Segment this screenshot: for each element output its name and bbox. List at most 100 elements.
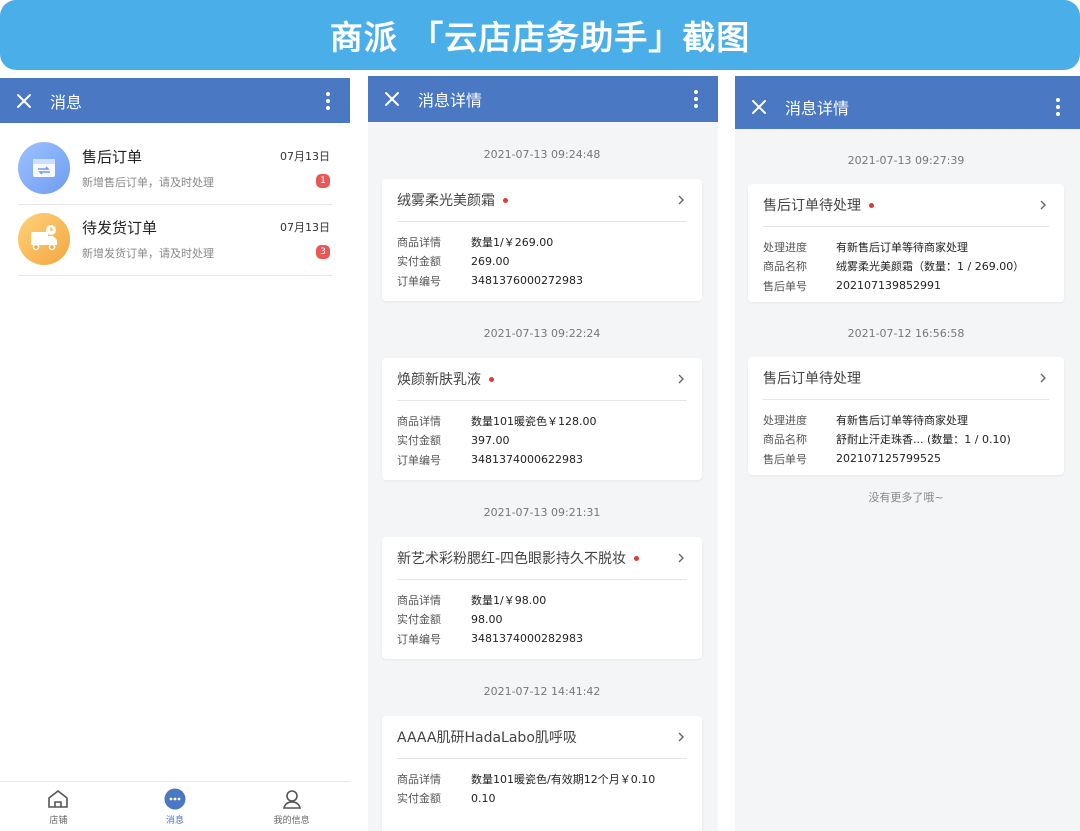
card-header: 新艺术彩粉腮红-四色眼影持久不脱妆	[397, 537, 687, 580]
detail-value: 数量1/￥98.00	[471, 593, 547, 607]
detail-row: 商品详情 数量101暖瓷色/有效期12个月￥0.10	[397, 769, 687, 789]
chevron-right-icon[interactable]	[675, 552, 687, 564]
detail-label: 订单编号	[397, 274, 441, 288]
detail-row: 商品详情 数量101暖瓷色￥128.00	[397, 411, 687, 431]
card-title: AAAA肌研HadaLabo肌呼吸	[397, 730, 577, 746]
refund-order-icon	[18, 142, 70, 194]
list-item-pending-shipment[interactable]: 待发货订单 07月13日 新增发货订单，请及时处理 3	[18, 205, 332, 276]
detail-label: 处理进度	[763, 240, 807, 254]
detail-label: 商品详情	[397, 772, 441, 786]
message-list-screen: 消息 售后订单 07月13日 新增售后订单，请及时处理 1 待发货订单 07月1…	[0, 78, 350, 831]
detail-value: 绒雾柔光美颜霜（数量：1 / 269.00）	[836, 260, 1025, 274]
detail-row: 订单编号 3481376000272983	[397, 271, 687, 291]
chevron-right-icon[interactable]	[1037, 199, 1049, 211]
card-body: 处理进度 有新售后订单等待商家处理 商品名称 绒雾柔光美颜霜（数量：1 / 269.0…	[763, 227, 1049, 296]
chevron-right-icon[interactable]	[675, 373, 687, 385]
page-title: 消息详情	[418, 91, 483, 110]
detail-row: 商品详情 数量1/￥269.00	[397, 232, 687, 252]
card-header: 售后订单待处理	[763, 184, 1049, 227]
detail-row: 商品名称 舒耐止汗走珠香... (数量：1 / 0.10)	[763, 430, 1049, 450]
detail-value: 98.00	[471, 612, 503, 626]
detail-row: 实付金额 269.00	[397, 252, 687, 272]
detail-row: 商品名称 绒雾柔光美颜霜（数量：1 / 269.00）	[763, 257, 1049, 277]
card-body: 商品详情 数量101暖瓷色/有效期12个月￥0.10 实付金额 0.10	[397, 759, 687, 808]
close-icon[interactable]	[14, 91, 34, 111]
chevron-right-icon[interactable]	[675, 731, 687, 743]
detail-value: 397.00	[471, 433, 510, 447]
nav-store[interactable]: 店铺	[0, 782, 117, 831]
detail-label: 商品名称	[763, 260, 807, 274]
nav-label: 我的信息	[273, 816, 310, 826]
message-card[interactable]: 售后订单待处理处理进度 有新售后订单等待商家处理 商品名称 舒耐止汗走珠香... (数…	[748, 357, 1064, 475]
detail-value: 202107125799525	[836, 452, 941, 466]
chevron-right-icon[interactable]	[675, 194, 687, 206]
detail-value: 3481376000272983	[471, 274, 583, 288]
detail-label: 订单编号	[397, 453, 441, 467]
item-subtitle: 新增售后订单，请及时处理	[82, 176, 214, 189]
nav-messages[interactable]: 消息	[117, 782, 234, 831]
chevron-right-icon[interactable]	[1037, 372, 1049, 384]
message-feed: 2021-07-13 09:24:48 绒雾柔光美颜霜 商品详情 数量1/￥269.0…	[382, 122, 702, 831]
detail-label: 实付金额	[397, 613, 441, 627]
unread-dot	[634, 555, 640, 561]
nav-label: 店铺	[49, 816, 68, 826]
card-header: 绒雾柔光美颜霜	[397, 179, 687, 222]
nav-label: 消息	[166, 816, 185, 826]
detail-row: 处理进度 有新售后订单等待商家处理	[763, 410, 1049, 430]
message-card[interactable]: 绒雾柔光美颜霜商品详情 数量1/￥269.00 实付金额 269.00 订单编号 3481…	[382, 179, 702, 301]
banner: 商派 「云店店务助手」截图	[0, 0, 1080, 70]
detail-label: 处理进度	[763, 413, 807, 427]
more-options-icon[interactable]	[684, 87, 708, 111]
nav-profile[interactable]: 我的信息	[233, 782, 350, 831]
page-title: 消息详情	[785, 98, 850, 118]
detail-label: 实付金额	[397, 255, 441, 269]
detail-row: 商品详情 数量1/￥98.00	[397, 590, 687, 610]
close-icon[interactable]	[749, 97, 769, 117]
detail-label: 实付金额	[397, 434, 441, 448]
detail-value: 数量1/￥269.00	[471, 235, 554, 249]
item-date: 07月13日	[280, 221, 330, 234]
bottom-nav: 店铺 消息 我的信息	[0, 781, 350, 831]
order-message-detail-screen: 消息详情 2021-07-13 09:24:48 绒雾柔光美颜霜 商品详情 数量1/￥…	[368, 76, 718, 831]
page-title: 消息	[50, 92, 83, 112]
delivery-truck-icon	[18, 213, 70, 265]
message-feed: 2021-07-13 09:27:39 售后订单待处理 处理进度 有新售后订单等待商家…	[748, 129, 1064, 505]
detail-label: 售后单号	[763, 452, 807, 466]
detail-label: 商品详情	[397, 593, 441, 607]
aftersales-message-detail-screen: 消息详情 2021-07-13 09:27:39 售后订单待处理 处理进度 有新售后订…	[735, 76, 1080, 831]
card-title: 售后订单待处理	[763, 198, 861, 214]
detail-value: 0.10	[471, 791, 496, 805]
detail-row: 实付金额 0.10	[397, 789, 687, 809]
item-title: 待发货订单	[82, 219, 158, 237]
top-bar: 消息详情	[368, 76, 718, 122]
card-body: 商品详情 数量101暖瓷色￥128.00 实付金额 397.00 订单编号 3481374…	[397, 401, 687, 470]
more-options-icon[interactable]	[316, 89, 340, 113]
card-title: 焕颜新肤乳液	[397, 372, 481, 388]
detail-label: 商品详情	[397, 414, 441, 428]
close-icon[interactable]	[382, 89, 402, 109]
card-body: 商品详情 数量1/￥98.00 实付金额 98.00 订单编号 3481374000282…	[397, 580, 687, 649]
detail-value: 数量101暖瓷色/有效期12个月￥0.10	[471, 772, 656, 786]
card-header: 售后订单待处理	[763, 357, 1049, 400]
message-card[interactable]: 售后订单待处理处理进度 有新售后订单等待商家处理 商品名称 绒雾柔光美颜霜（数量：1 …	[748, 184, 1064, 302]
detail-value: 3481374000622983	[471, 453, 583, 467]
detail-label: 商品名称	[763, 433, 807, 447]
card-header: 焕颜新肤乳液	[397, 358, 687, 401]
message-list: 售后订单 07月13日 新增售后订单，请及时处理 1 待发货订单 07月13日 …	[18, 134, 332, 276]
message-card[interactable]: 焕颜新肤乳液商品详情 数量101暖瓷色￥128.00 实付金额 397.00 订单编号 3…	[382, 358, 702, 480]
no-more-text: 没有更多了哦~	[868, 491, 944, 504]
message-card[interactable]: AAAA肌研HadaLabo肌呼吸 商品详情 数量101暖瓷色/有效期12个月￥0.…	[382, 716, 702, 831]
message-card[interactable]: 新艺术彩粉腮红-四色眼影持久不脱妆商品详情 数量1/￥98.00 实付金额 98.00…	[382, 537, 702, 659]
detail-label: 售后单号	[763, 279, 807, 293]
more-options-icon[interactable]	[1046, 95, 1070, 119]
top-bar: 消息详情	[735, 76, 1080, 129]
profile-icon	[282, 790, 301, 809]
detail-label: 实付金额	[397, 792, 441, 806]
banner-title: 商派 「云店店务助手」截图	[329, 18, 751, 57]
message-timestamp: 2021-07-13 09:21:31	[483, 506, 601, 519]
detail-value: 269.00	[471, 254, 510, 268]
card-title: 绒雾柔光美颜霜	[397, 193, 495, 209]
detail-label: 订单编号	[397, 632, 441, 646]
list-item-refund-orders[interactable]: 售后订单 07月13日 新增售后订单，请及时处理 1	[18, 134, 332, 205]
item-title: 售后订单	[82, 148, 143, 166]
